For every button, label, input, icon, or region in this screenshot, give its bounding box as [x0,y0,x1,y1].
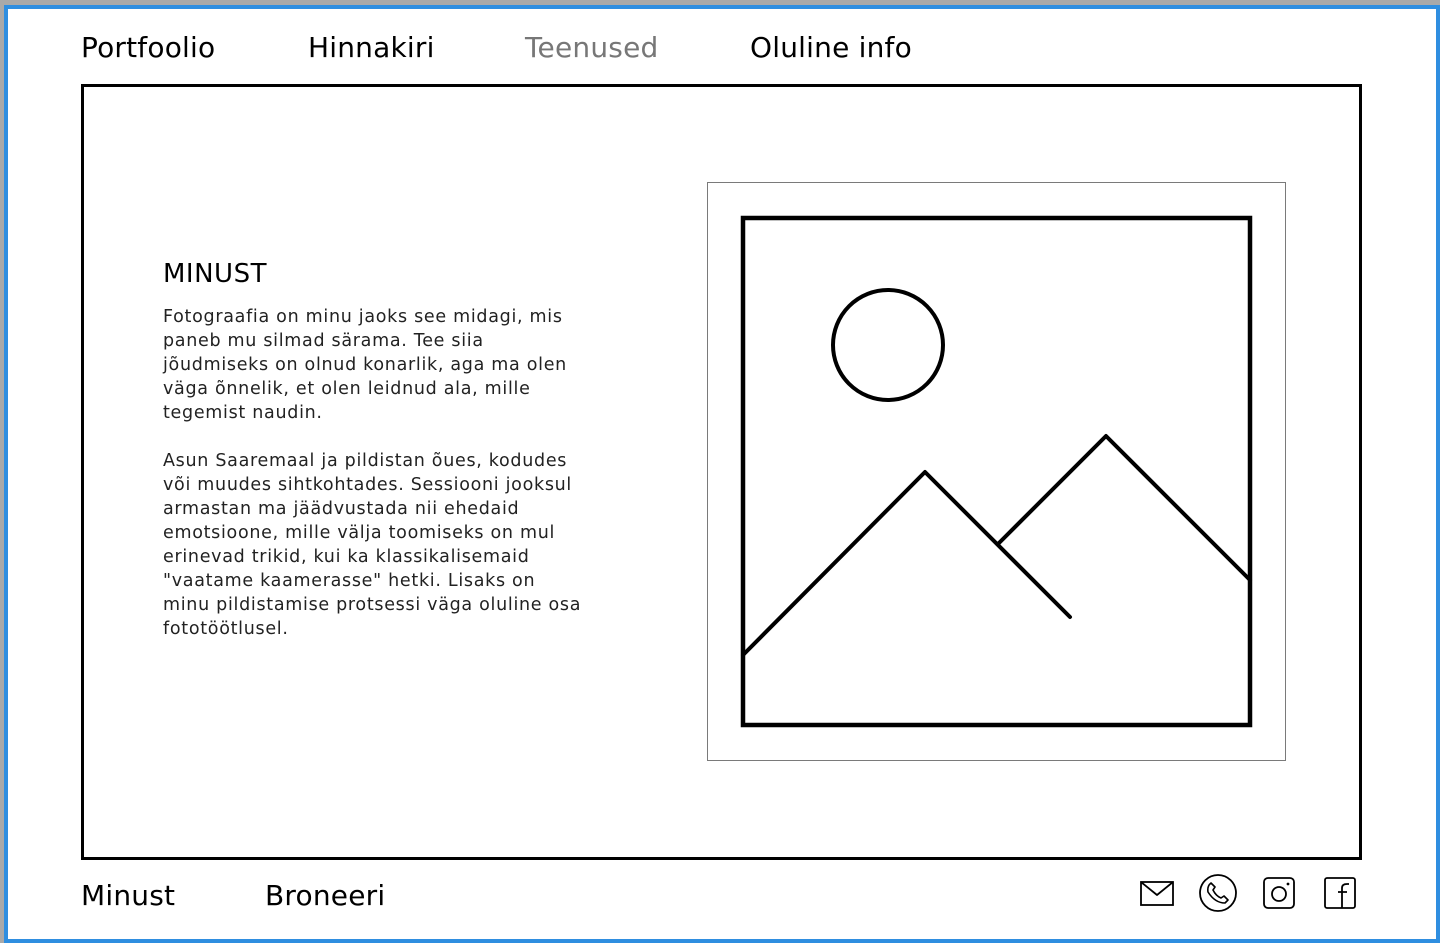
about-section: MINUST Fotograafia on minu jaoks see mid… [81,84,1362,860]
about-paragraph-1: Fotograafia on minu jaoks see midagi, mi… [163,307,567,423]
image-placeholder-icon [740,215,1253,728]
top-navigation: Portfoolio Hinnakiri Teenused Oluline in… [0,28,1440,68]
mail-icon[interactable] [1136,872,1178,914]
footer-link-about[interactable]: Minust [81,876,175,916]
instagram-icon[interactable] [1258,872,1300,914]
facebook-icon[interactable] [1319,872,1361,914]
about-paragraph-2: Asun Saaremaal ja pildistan õues, kodude… [163,451,582,639]
about-text: Fotograafia on minu jaoks see midagi, mi… [163,305,583,665]
about-title: MINUST [163,259,267,289]
about-image [707,182,1286,761]
nav-important-info[interactable]: Oluline info [750,28,912,68]
nav-price-list[interactable]: Hinnakiri [308,28,435,68]
nav-portfolio[interactable]: Portfoolio [81,28,215,68]
nav-services[interactable]: Teenused [525,28,658,68]
phone-icon[interactable] [1197,872,1239,914]
footer-link-booking[interactable]: Broneeri [265,876,385,916]
